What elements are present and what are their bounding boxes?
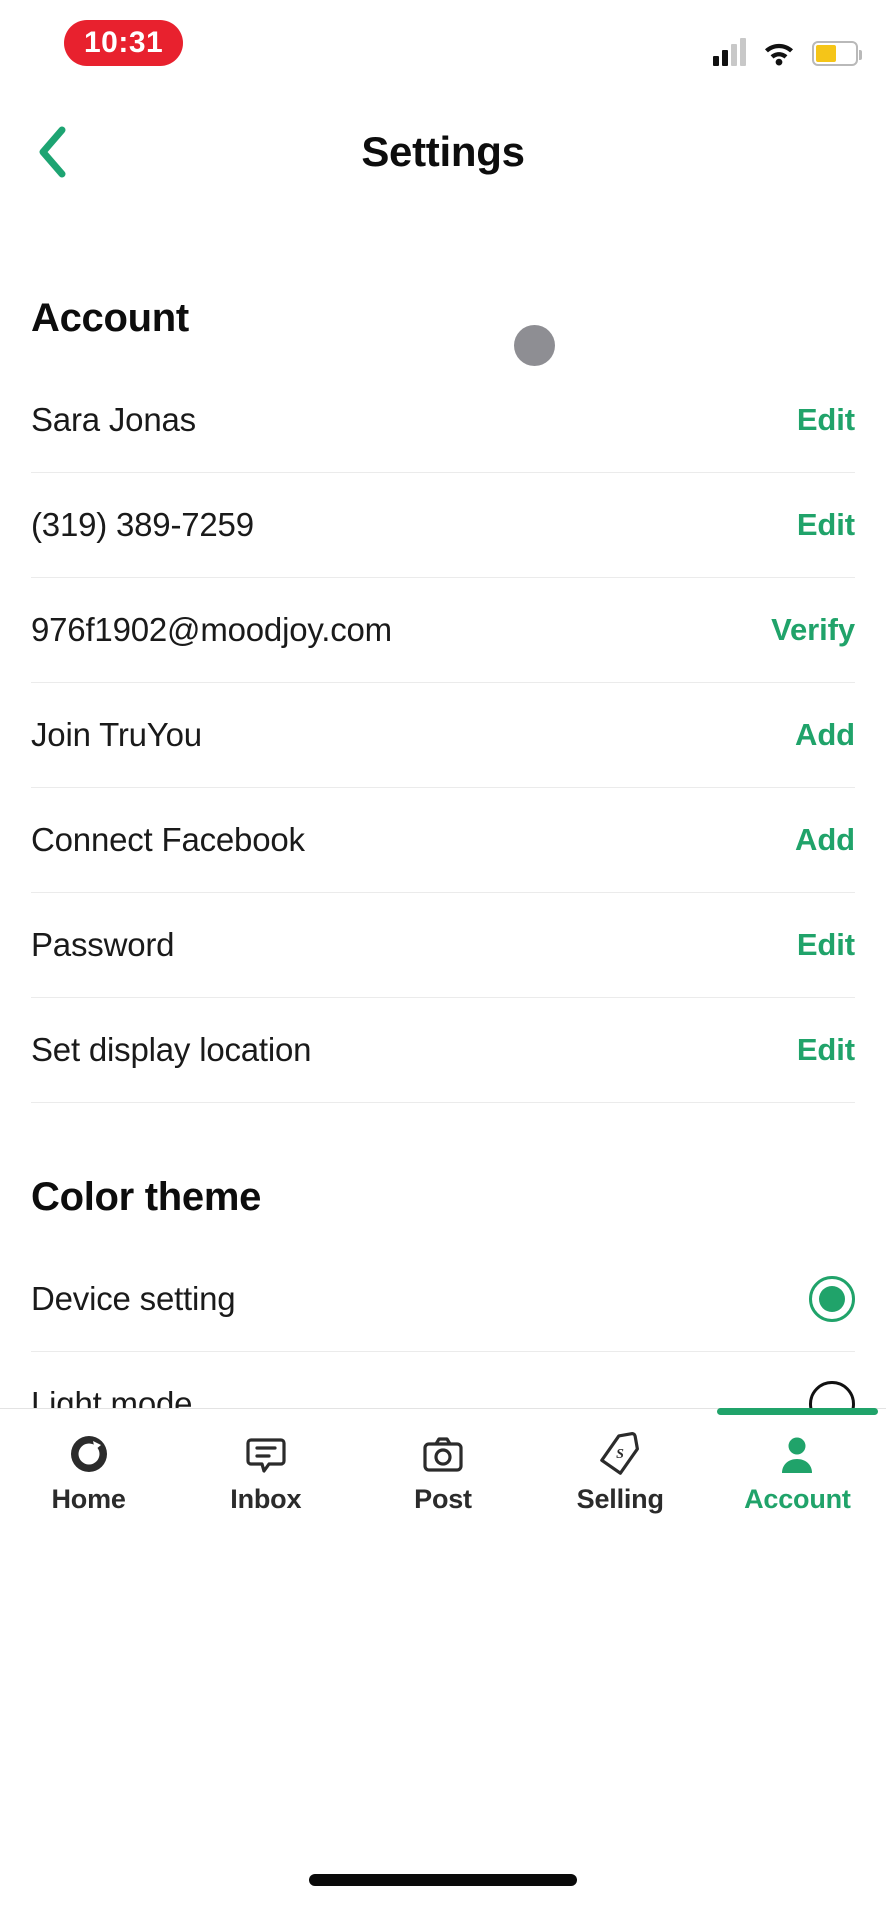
status-time: 10:31 (64, 20, 184, 66)
bottom-tab-bar: Home Inbox Post S Selling Account (0, 1408, 886, 1920)
account-row-action-add[interactable]: Add (795, 822, 855, 858)
wifi-icon (765, 43, 793, 66)
account-row[interactable]: Join TruYou Add (31, 682, 855, 787)
account-row[interactable]: Connect Facebook Add (31, 787, 855, 892)
tab-home[interactable]: Home (0, 1409, 177, 1537)
account-row-label: Set display location (31, 1031, 312, 1068)
settings-content: Account Sara Jonas Edit (319) 389-7259 Edit… (0, 204, 886, 1408)
tab-account[interactable]: Account (709, 1408, 886, 1537)
nav-header: Settings (0, 104, 886, 204)
color-theme-option-label: Light mode (31, 1385, 193, 1408)
radio-button-selected[interactable] (809, 1275, 855, 1322)
message-bubble-icon (243, 1431, 289, 1477)
account-rows-list: Sara Jonas Edit (319) 389-7259 Edit 976f1902… (0, 367, 886, 1102)
touch-pointer-indicator (514, 325, 555, 366)
color-theme-option-row[interactable]: Device setting (31, 1246, 855, 1351)
section-divider (31, 1102, 855, 1103)
color-theme-option-row[interactable]: Light mode (31, 1351, 855, 1408)
account-row-label: Sara Jonas (31, 400, 196, 438)
tab-post[interactable]: Post (354, 1409, 531, 1537)
home-indicator (309, 1874, 577, 1886)
color-theme-options-list: Device setting Light mode (0, 1246, 886, 1408)
account-row[interactable]: Password Edit (31, 892, 855, 997)
tab-items: Home Inbox Post S Selling Account (0, 1408, 886, 1537)
camera-icon (420, 1431, 466, 1477)
account-section-title: Account (31, 296, 189, 340)
color-theme-option-label: Device setting (31, 1279, 236, 1317)
account-row-action-add[interactable]: Add (795, 717, 855, 753)
svg-text:S: S (616, 1447, 624, 1462)
tab-label: Post (414, 1484, 472, 1514)
account-row-label: Join TruYou (31, 716, 202, 753)
account-row-action-edit[interactable]: Edit (797, 507, 855, 543)
account-row-action-verify[interactable]: Verify (771, 612, 855, 648)
cellular-signal-icon (713, 38, 746, 66)
account-row[interactable]: 976f1902@moodjoy.com Verify (31, 577, 855, 682)
account-row[interactable]: (319) 389-7259 Edit (31, 472, 855, 577)
account-row-action-edit[interactable]: Edit (797, 927, 855, 963)
settings-screen: 10:31 Settings Account Sara Jonas Edit (… (0, 0, 886, 1920)
tab-label: Account (744, 1484, 851, 1514)
tab-label: Inbox (230, 1484, 302, 1514)
account-row[interactable]: Set display location Edit (31, 997, 855, 1102)
account-row-action-edit[interactable]: Edit (797, 1032, 855, 1068)
account-row-label: Connect Facebook (31, 821, 305, 858)
account-row-label: (319) 389-7259 (31, 506, 254, 543)
color-theme-section-title: Color theme (31, 1175, 262, 1219)
tab-label: Home (51, 1484, 126, 1514)
home-logo-icon (66, 1431, 112, 1477)
battery-icon (812, 41, 862, 66)
radio-inner-dot (819, 1285, 845, 1312)
tab-label: Selling (576, 1484, 664, 1514)
account-row-label: 976f1902@moodjoy.com (31, 611, 392, 648)
status-icons (713, 26, 862, 66)
account-row-label: Password (31, 926, 175, 963)
tab-selling[interactable]: S Selling (532, 1409, 709, 1537)
account-row[interactable]: Sara Jonas Edit (31, 367, 855, 472)
account-row-action-edit[interactable]: Edit (797, 402, 855, 438)
person-icon (774, 1431, 820, 1477)
status-bar: 10:31 (0, 0, 886, 90)
price-tag-dollar-icon: S (597, 1431, 643, 1477)
radio-button-unselected[interactable] (809, 1381, 855, 1408)
page-title: Settings (361, 128, 525, 175)
tab-inbox[interactable]: Inbox (177, 1409, 354, 1537)
